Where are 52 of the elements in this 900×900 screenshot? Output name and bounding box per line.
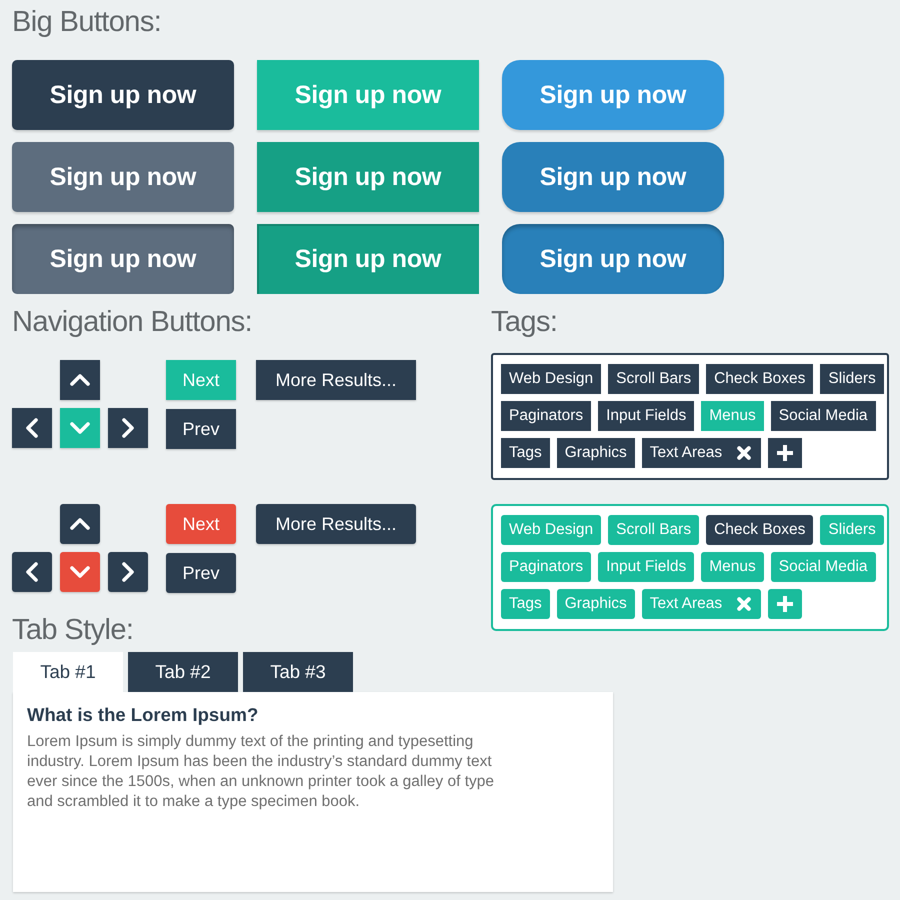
section-heading: Tags: [491, 305, 558, 340]
signup-button[interactable]: Sign up now [502, 142, 724, 212]
tag[interactable]: Scroll Bars [608, 364, 700, 394]
tag[interactable]: Text Areas [642, 438, 762, 468]
panel-title: What is the Lorem Ipsum? [27, 704, 258, 726]
plus-icon [777, 596, 794, 612]
tag[interactable]: Social Media [770, 401, 876, 431]
section-heading: Tab Style: [12, 613, 134, 648]
nav-button[interactable]: More Results... [256, 504, 416, 544]
close-icon [737, 446, 752, 460]
tag[interactable]: Graphics [556, 438, 635, 468]
nav-button[interactable]: Prev [166, 553, 236, 593]
tag[interactable]: Web Design [501, 364, 602, 394]
signup-button[interactable]: Sign up now [12, 60, 234, 130]
chevron-right-icon [122, 418, 134, 438]
close-icon [737, 597, 752, 611]
signup-button[interactable]: Sign up now [502, 60, 724, 130]
signup-button[interactable]: Sign up now [502, 224, 724, 294]
plus-icon [777, 445, 794, 461]
arrow-button[interactable] [60, 504, 100, 544]
chevron-left-icon [26, 418, 38, 438]
tag[interactable]: Input Fields [598, 401, 694, 431]
tag[interactable]: Sliders [820, 364, 884, 394]
tag[interactable]: Tags [501, 438, 550, 468]
chevron-up-icon [70, 374, 90, 386]
signup-button[interactable]: Sign up now [12, 142, 234, 212]
section-heading: Navigation Buttons: [12, 305, 252, 340]
arrow-button[interactable] [12, 552, 52, 592]
chevron-down-icon [70, 422, 90, 434]
arrow-button[interactable] [12, 408, 52, 448]
chevron-down-icon [70, 566, 90, 578]
signup-button[interactable]: Sign up now [257, 142, 479, 212]
nav-button[interactable]: Next [166, 504, 236, 544]
tab[interactable]: Tab #3 [243, 652, 353, 692]
signup-button[interactable]: Sign up now [12, 224, 234, 294]
arrow-button[interactable] [60, 360, 100, 400]
chevron-right-icon [122, 562, 134, 582]
tab[interactable]: Tab #1 [13, 652, 123, 692]
arrow-button[interactable] [108, 552, 148, 592]
nav-button[interactable]: Prev [166, 409, 236, 449]
tag[interactable]: Check Boxes [706, 364, 814, 394]
arrow-button[interactable] [108, 408, 148, 448]
add-button[interactable] [768, 438, 802, 468]
chevron-up-icon [70, 518, 90, 530]
tag[interactable]: Paginators [501, 401, 592, 431]
section-heading: Big Buttons: [12, 5, 162, 40]
tab[interactable]: Tab #2 [128, 652, 238, 692]
signup-button[interactable]: Sign up now [257, 224, 479, 294]
nav-button[interactable]: More Results... [256, 360, 416, 400]
tag[interactable]: Check Boxes [706, 515, 814, 545]
panel-text: Lorem Ipsum is simply dummy text of the printing and typesetting industry. Lorem Ipsum has been the industry’s standard dummy text ever since the 1500s, when an unknown printer took a galley of type and scrambled it to make a type specimen book. [27, 732, 496, 812]
chevron-left-icon [26, 562, 38, 582]
